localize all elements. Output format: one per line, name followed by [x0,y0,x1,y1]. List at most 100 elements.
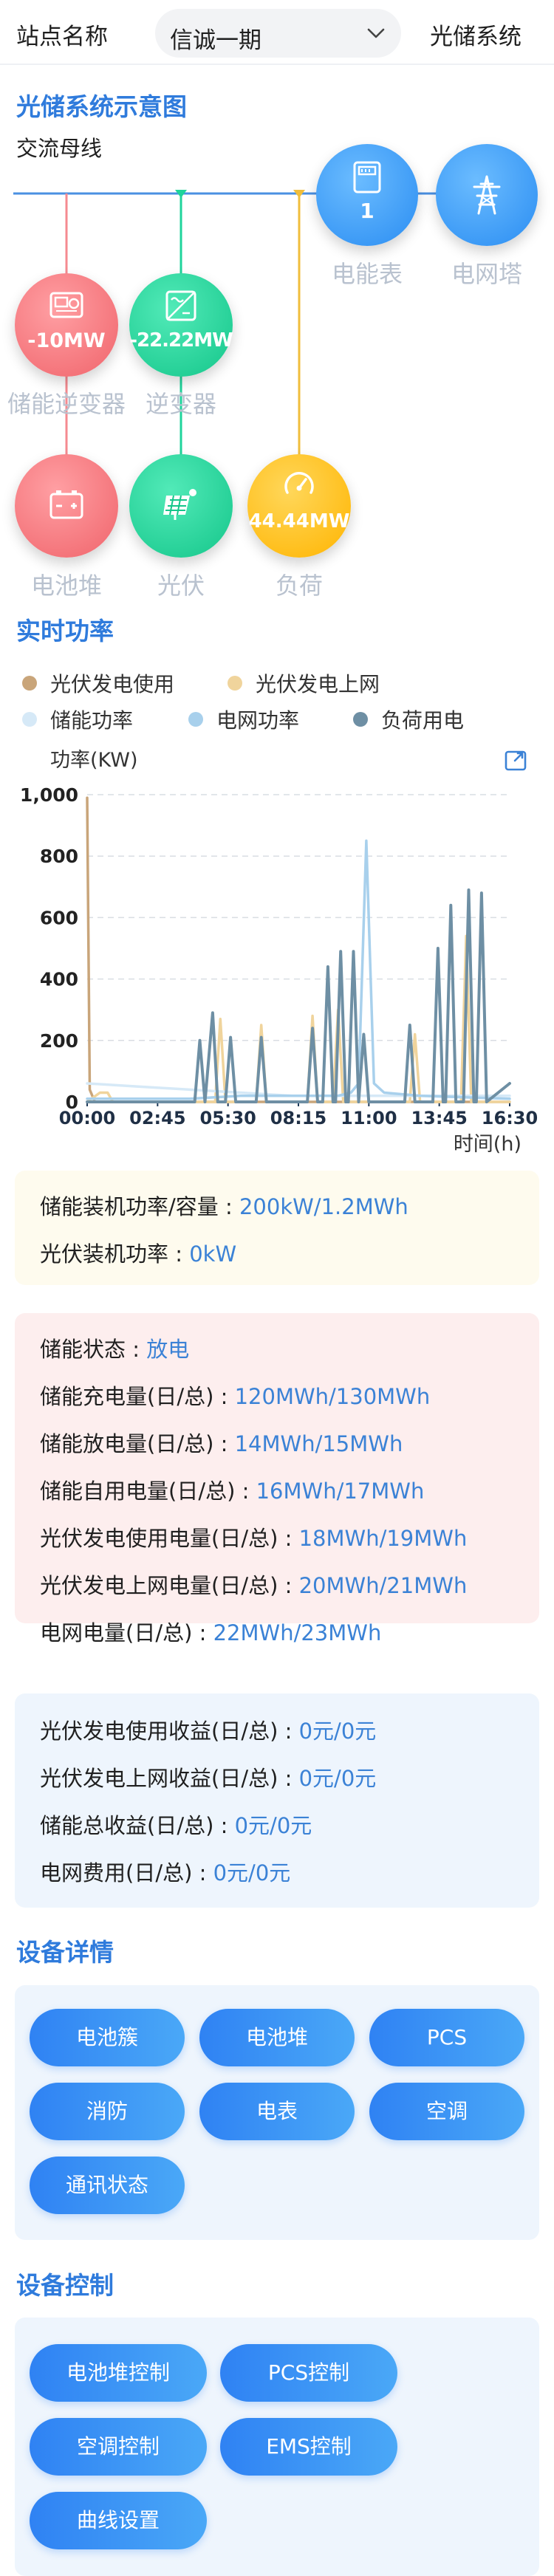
battery-stack-button[interactable]: 电池堆 [199,2009,355,2066]
x-tick-label: 13:45 [411,1108,467,1128]
x-tick-label: 02:45 [129,1108,185,1128]
legend-label: 储能功率 [50,708,134,733]
info-value: 放电 [146,1337,190,1362]
install-info-card: 储能装机功率/容量 : 200kW/1.2MWh 光伏装机功率 : 0kW [15,1171,539,1285]
info-value: 20MWh/21MWh [298,1573,468,1598]
info-label: 储能自用电量(日/总) : [40,1479,256,1504]
legend-label: 光伏发电使用 [50,672,175,696]
info-label: 光伏发电使用电量(日/总) : [40,1526,299,1551]
x-axis-label: 时间(h) [454,1133,521,1156]
info-label: 光伏装机功率 : [40,1241,190,1267]
storage-inverter-node[interactable]: -10MW [15,273,118,377]
legend-item-storage[interactable]: 储能功率 [22,705,133,734]
info-value: 14MWh/15MWh [234,1431,403,1456]
income-info-card: 光伏发电使用收益(日/总) : 0元/0元 光伏发电上网收益(日/总) : 0元… [15,1693,539,1908]
info-label: 光伏发电使用收益(日/总) : [40,1719,299,1744]
ac-control-button[interactable]: 空调控制 [30,2418,207,2476]
info-line: 电网电量(日/总) : 22MWh/23MWh [40,1616,381,1647]
energy-info-card: 储能状态 : 放电 储能充电量(日/总) : 120MWh/130MWh 储能放… [15,1313,539,1645]
legend-item-pv-use[interactable]: 光伏发电使用 [22,668,174,698]
air-conditioner-button[interactable]: 空调 [369,2083,524,2140]
battery-cluster-button[interactable]: 电池簇 [30,2009,185,2066]
info-line: 储能总收益(日/总) : 0元/0元 [40,1809,312,1840]
load-node[interactable]: 44.44MW [247,454,351,558]
inverter-label: 逆变器 [145,390,216,418]
info-line: 储能充电量(日/总) : 120MWh/130MWh [40,1380,430,1411]
x-tick-label: 08:15 [270,1108,326,1128]
info-label: 电网费用(日/总) : [40,1860,213,1885]
info-label: 光伏发电上网电量(日/总) : [40,1573,299,1598]
export-icon[interactable] [502,746,529,773]
info-line: 储能装机功率/容量 : 200kW/1.2MWh [40,1190,408,1221]
legend-item-load[interactable]: 负荷用电 [353,705,464,734]
load-value: 44.44MW [248,510,350,532]
info-value: 0元/0元 [234,1813,312,1838]
info-line: 光伏发电使用电量(日/总) : 18MWh/19MWh [40,1521,467,1552]
y-tick-label: 800 [40,846,78,867]
info-line: 光伏装机功率 : 0kW [40,1237,236,1268]
pv-node[interactable] [129,454,233,558]
legend-dot [22,712,37,727]
series-line [86,888,511,1103]
ems-control-button[interactable]: EMS控制 [220,2418,397,2476]
device-control-card: 电池堆控制 PCS控制 空调控制 EMS控制 曲线设置 [15,2318,539,2576]
info-label: 储能充电量(日/总) : [40,1384,235,1409]
meter-icon [353,161,381,193]
info-value: 0元/0元 [213,1860,291,1885]
y-tick-label: 600 [40,907,78,928]
y-tick-label: 1,000 [20,784,78,806]
device-details-title: 设备详情 [16,1938,114,1967]
battery-icon [49,490,83,519]
y-axis-label: 功率(KW) [50,749,138,772]
legend-item-pv-grid[interactable]: 光伏发电上网 [228,668,380,698]
info-value: 22MWh/23MWh [213,1620,382,1645]
legend-label: 负荷用电 [381,708,465,733]
info-line: 储能放电量(日/总) : 14MWh/15MWh [40,1427,403,1458]
legend-label: 光伏发电上网 [256,672,380,696]
x-tick-label: 16:30 [482,1108,538,1128]
meter-node[interactable]: 1 [316,144,418,246]
info-value: 18MWh/19MWh [298,1526,468,1551]
legend-item-grid[interactable]: 电网功率 [188,705,299,734]
pcs-control-button[interactable]: PCS控制 [220,2344,397,2402]
y-tick-label: 400 [40,969,78,990]
power-tower-icon [473,175,501,215]
info-line: 光伏发电使用收益(日/总) : 0元/0元 [40,1714,376,1745]
info-line: 储能自用电量(日/总) : 16MWh/17MWh [40,1474,424,1505]
device-details-card: 电池簇 电池堆 PCS 消防 电表 空调 通讯状态 [15,1985,539,2240]
inverter-icon [165,290,196,321]
curve-settings-button[interactable]: 曲线设置 [30,2492,207,2549]
info-value: 0元/0元 [298,1766,377,1791]
storage-inverter-icon [49,292,83,318]
info-value: 0元/0元 [298,1719,377,1744]
battery-node[interactable] [15,454,118,558]
x-tick-label: 00:00 [59,1108,115,1128]
pcs-button[interactable]: PCS [369,2009,524,2066]
info-label: 电网电量(日/总) : [40,1620,213,1645]
legend-dot [22,676,37,691]
communication-status-button[interactable]: 通讯状态 [30,2157,185,2214]
realtime-power-title: 实时功率 [16,617,114,645]
info-line: 储能状态 : 放电 [40,1332,189,1363]
gauge-icon [284,472,314,494]
info-label: 光伏发电上网收益(日/总) : [40,1766,299,1791]
x-tick-label: 11:00 [341,1108,397,1128]
inverter-node[interactable]: -22.22MW [129,273,233,377]
info-line: 光伏发电上网收益(日/总) : 0元/0元 [40,1761,376,1792]
info-line: 光伏发电上网电量(日/总) : 20MWh/21MWh [40,1569,467,1600]
meter-button[interactable]: 电表 [199,2083,355,2140]
storage-inverter-value: -10MW [27,329,106,352]
battery-stack-control-button[interactable]: 电池堆控制 [30,2344,207,2402]
legend-dot [353,712,368,727]
fire-protection-button[interactable]: 消防 [30,2083,185,2140]
inverter-value: -22.22MW [129,329,233,352]
info-line: 电网费用(日/总) : 0元/0元 [40,1856,290,1887]
info-value: 16MWh/17MWh [256,1479,425,1504]
solar-panel-icon [163,489,196,520]
x-tick-label: 05:30 [199,1108,256,1128]
power-tower-node[interactable] [436,144,538,246]
info-label: 储能总收益(日/总) : [40,1813,235,1838]
meter-value: 1 [360,199,375,223]
device-control-title: 设备控制 [16,2271,114,2300]
load-label: 负荷 [275,572,323,600]
